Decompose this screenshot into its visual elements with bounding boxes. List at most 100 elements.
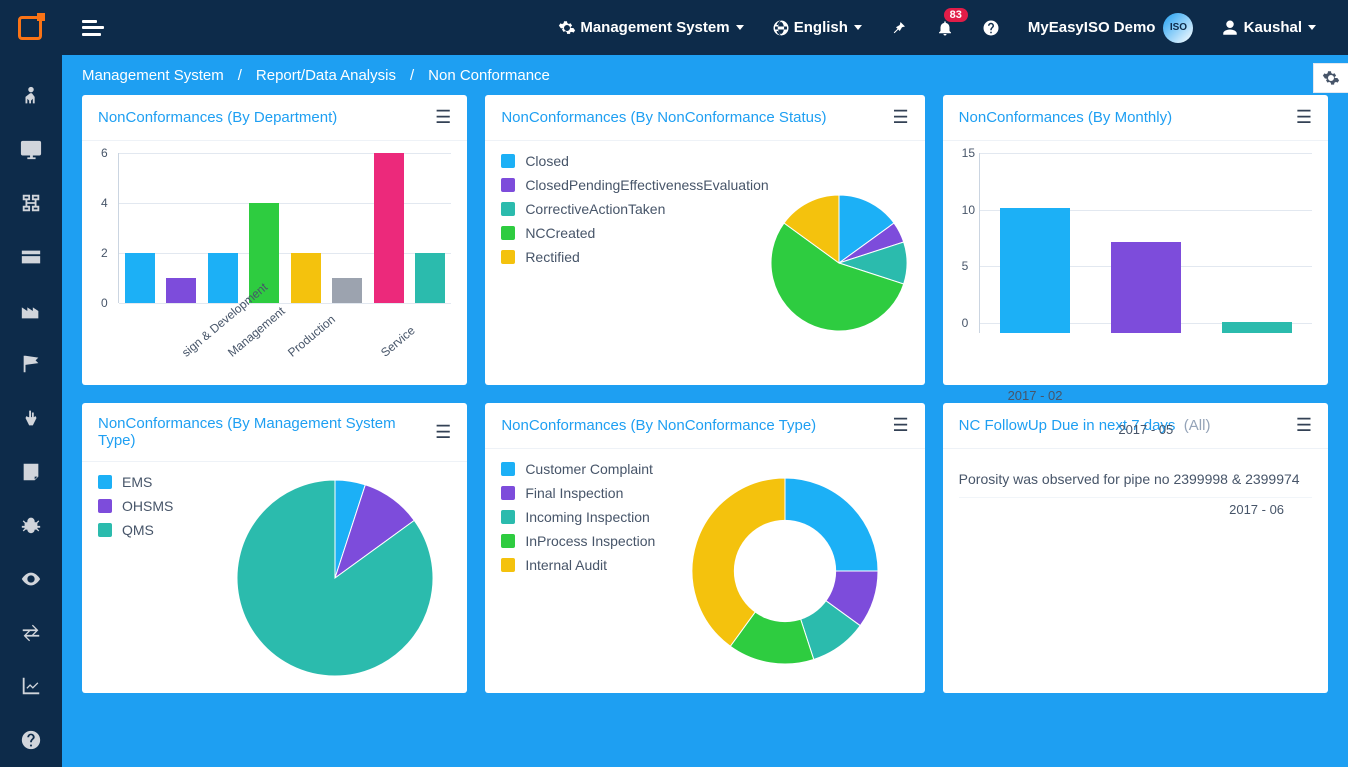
legend-swatch [501,202,515,216]
sidebar-item-note[interactable] [0,445,62,499]
bar[interactable] [125,253,155,303]
y-tick: 4 [101,196,108,210]
pin-button[interactable] [876,0,922,55]
legend-swatch [501,178,515,192]
nctype-legend: Customer Complaint Final Inspection Incomi… [501,461,661,681]
x-tick: Service [378,323,418,359]
panel-title: NonConformances (By Department) [98,109,337,126]
help-button[interactable] [968,0,1014,55]
status-pie-chart [769,193,909,333]
legend-label: CorrectiveActionTaken [525,201,665,217]
chevron-down-icon [736,25,744,30]
bar[interactable] [1222,322,1292,333]
legend-item[interactable]: Rectified [501,249,768,265]
legend-item[interactable]: CorrectiveActionTaken [501,201,768,217]
bar[interactable] [291,253,321,303]
breadcrumb: Management System / Report/Data Analysis… [62,55,1348,95]
panel-menu-button[interactable]: ☰ [435,107,451,128]
bar[interactable] [166,278,196,303]
legend-label: ClosedPendingEffectivenessEvaluation [525,177,768,193]
sidebar-item-flag[interactable] [0,337,62,391]
legend-item[interactable]: EMS [98,474,218,490]
management-system-label: Management System [580,19,729,36]
bar[interactable] [1000,208,1070,333]
x-tick: 2017 - 05 [1099,422,1192,437]
legend-swatch [98,499,112,513]
panel-menu-button[interactable]: ☰ [893,415,909,436]
gear-icon [558,19,576,37]
panel-by-department: NonConformances (By Department) ☰ 0246si… [82,95,467,385]
legend-item[interactable]: InProcess Inspection [501,533,661,549]
panel-menu-button[interactable]: ☰ [435,422,451,443]
x-tick: 2017 - 02 [989,388,1082,403]
user-dropdown[interactable]: Kaushal [1207,0,1330,55]
user-label: Kaushal [1244,19,1302,36]
legend-label: Incoming Inspection [525,509,650,525]
chevron-down-icon [854,25,862,30]
legend-item[interactable]: ClosedPendingEffectivenessEvaluation [501,177,768,193]
sidebar-item-card[interactable] [0,230,62,284]
sidebar-item-industry[interactable] [0,284,62,338]
legend-item[interactable]: NCCreated [501,225,768,241]
sidebar-item-monitor[interactable] [0,123,62,177]
gear-icon [1322,69,1340,87]
legend-item[interactable]: OHSMS [98,498,218,514]
breadcrumb-level2[interactable]: Report/Data Analysis [256,67,396,84]
followup-item[interactable]: Porosity was observed for pipe no 239999… [959,461,1312,498]
main-content: Management System / Report/Data Analysis… [62,55,1348,767]
legend-item[interactable]: Customer Complaint [501,461,661,477]
legend-label: OHSMS [122,498,173,514]
mstype-legend: EMS OHSMS QMS [98,474,218,681]
legend-label: EMS [122,474,152,490]
legend-item[interactable]: QMS [98,522,218,538]
sidebar-item-person[interactable] [0,69,62,123]
legend-item[interactable]: Internal Audit [501,557,661,573]
panel-menu-button[interactable]: ☰ [1296,107,1312,128]
chevron-down-icon [1308,25,1316,30]
tenant-avatar: ISO [1163,13,1193,43]
app-logo[interactable] [18,16,42,40]
panel-menu-button[interactable]: ☰ [893,107,909,128]
breadcrumb-separator: / [410,67,414,84]
legend-swatch [501,462,515,476]
panel-menu-button[interactable]: ☰ [1296,415,1312,436]
bar[interactable] [208,253,238,303]
y-tick: 0 [962,316,969,330]
notification-count: 83 [944,8,968,22]
legend-swatch [501,510,515,524]
legend-item[interactable]: Closed [501,153,768,169]
legend-swatch [501,486,515,500]
menu-toggle-icon[interactable] [82,20,104,36]
tenant-label: MyEasyISO Demo [1028,19,1156,36]
notifications-button[interactable]: 83 [922,0,968,55]
monthly-bar-chart: 0510152017 - 022017 - 052017 - 06 [959,153,1312,373]
panel-title: NonConformances (By NonConformance Type) [501,417,816,434]
tenant-dropdown[interactable]: MyEasyISO Demo ISO [1014,0,1208,55]
sidebar-item-chart[interactable] [0,660,62,714]
bar[interactable] [332,278,362,303]
bar[interactable] [374,153,404,303]
bar[interactable] [1111,242,1181,333]
language-dropdown[interactable]: English [758,0,876,55]
sidebar-item-bug[interactable] [0,499,62,553]
legend-item[interactable]: Incoming Inspection [501,509,661,525]
sidebar-item-transfer[interactable] [0,606,62,660]
breadcrumb-level1[interactable]: Management System [82,67,224,84]
dept-bar-chart: 0246sign & DevelopmentManagementProducti… [98,153,451,373]
pin-icon [890,19,908,37]
sidebar-item-help[interactable] [0,713,62,767]
legend-swatch [98,523,112,537]
bar[interactable] [415,253,445,303]
legend-swatch [501,558,515,572]
sidebar-item-workflow[interactable] [0,176,62,230]
settings-tab[interactable] [1313,63,1348,93]
management-system-dropdown[interactable]: Management System [544,0,757,55]
panel-by-monthly: NonConformances (By Monthly) ☰ 051015201… [943,95,1328,385]
legend-label: QMS [122,522,154,538]
panel-title: NonConformances (By Monthly) [959,109,1172,126]
legend-swatch [501,534,515,548]
sidebar-item-pointer[interactable] [0,391,62,445]
legend-item[interactable]: Final Inspection [501,485,661,501]
panel-by-nctype: NonConformances (By NonConformance Type)… [485,403,924,693]
sidebar-item-eye[interactable] [0,552,62,606]
